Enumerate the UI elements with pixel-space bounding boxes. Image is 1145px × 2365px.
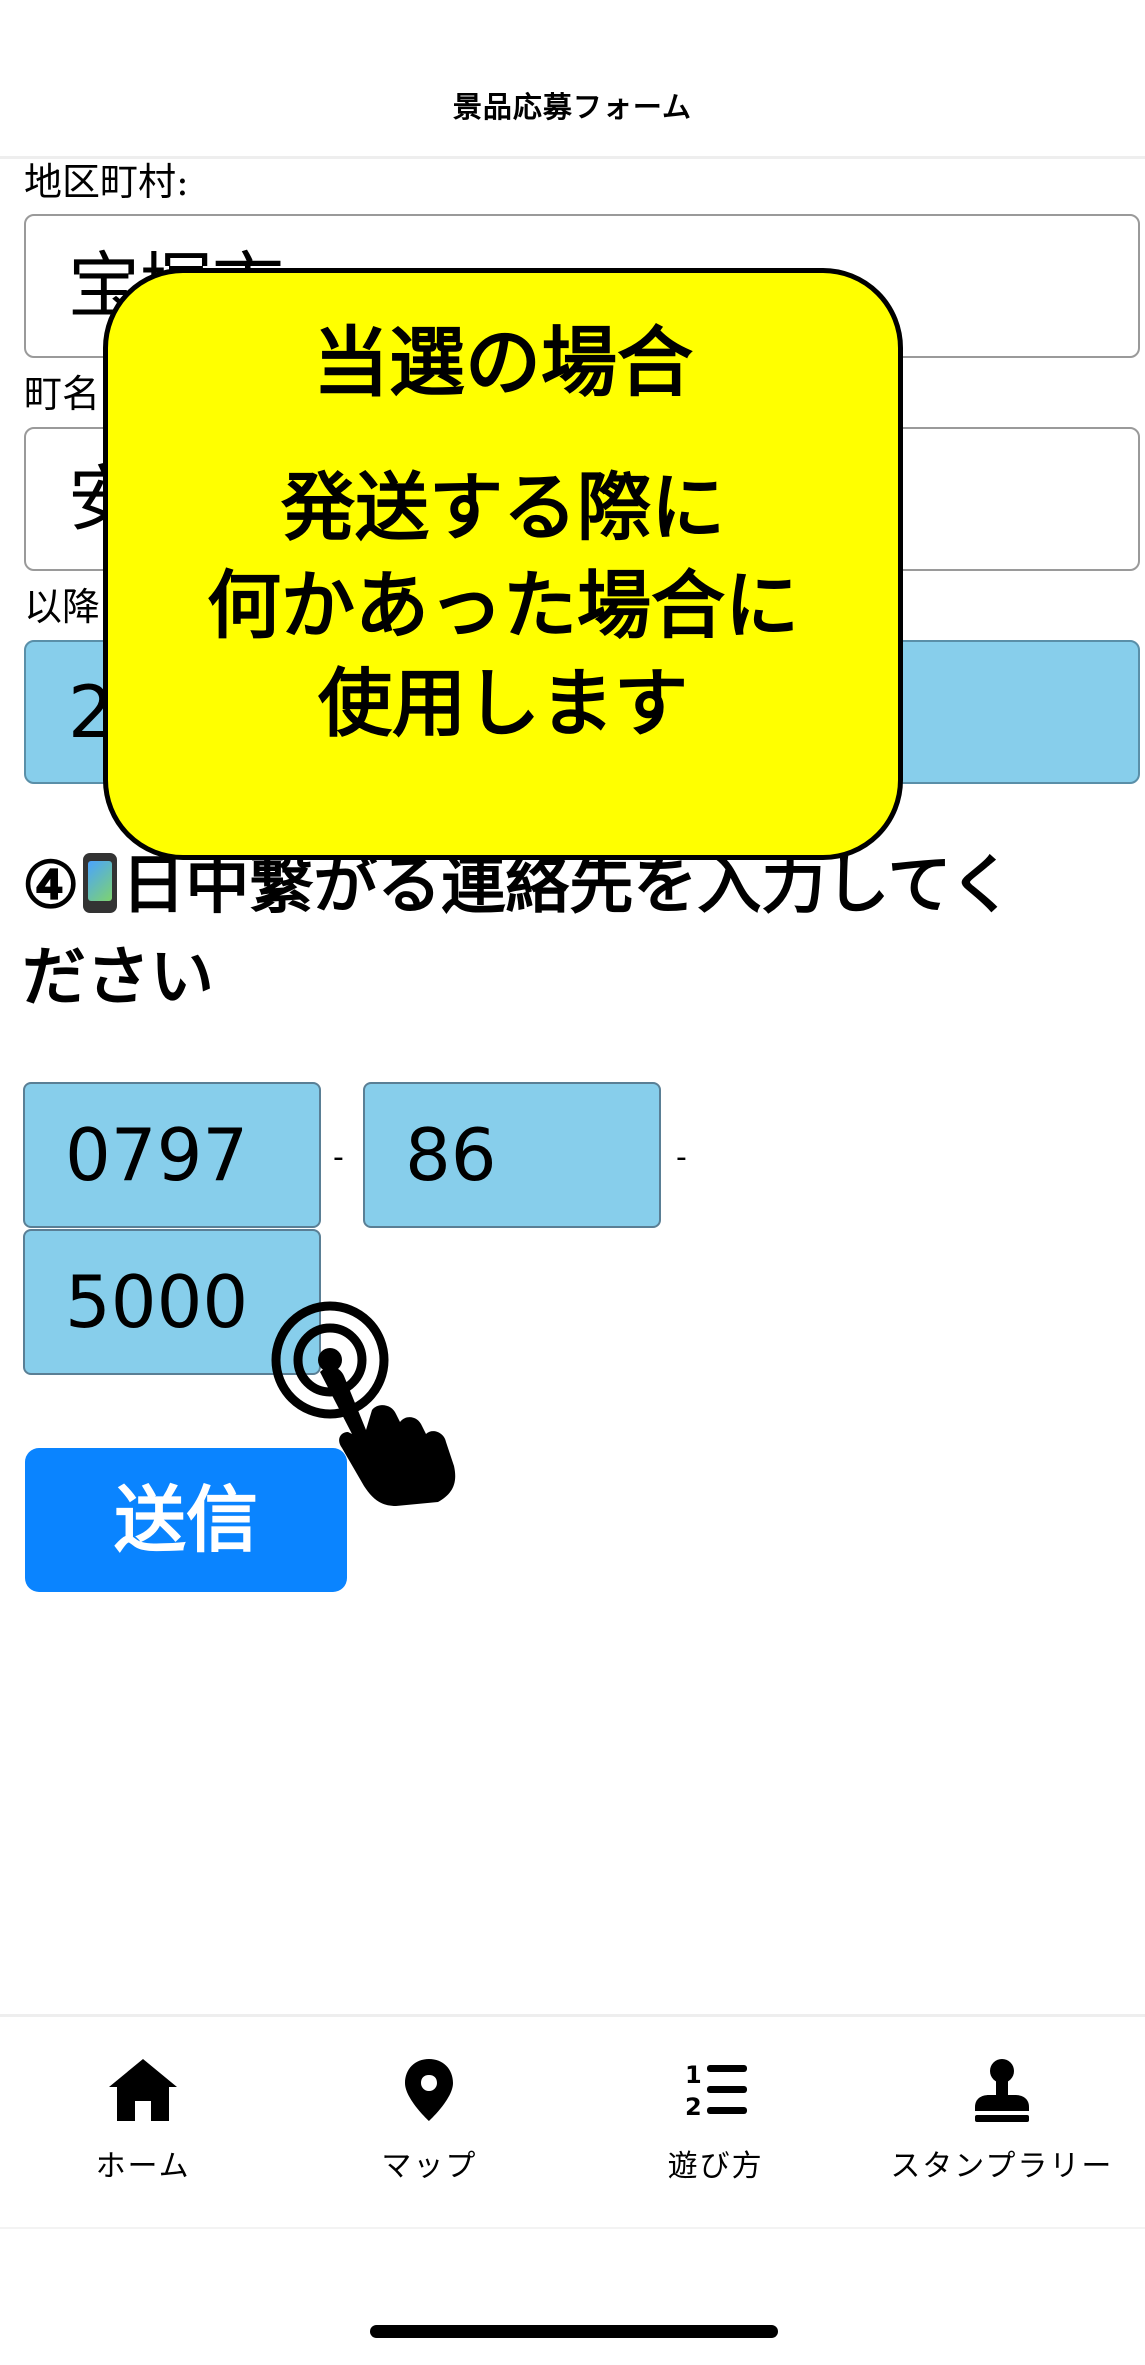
phone-question: ④ 日中繋がる連絡先を入力してください <box>22 840 1022 1024</box>
tab-home[interactable]: ホーム <box>0 2017 286 2227</box>
winning-notice-popup: 当選の場合 発送する際に 何かあった場合に 使用します <box>103 268 903 860</box>
map-pin-icon <box>405 2059 454 2121</box>
popup-title: 当選の場合 <box>313 318 693 407</box>
address-rest-label: 以降 <box>24 585 101 629</box>
popup-line: 使用します <box>318 661 688 747</box>
popup-line: 何かあった場合に <box>207 563 799 649</box>
svg-text:1: 1 <box>685 2061 702 2089</box>
bottom-tab-bar: ホーム マップ 1 2 遊び方 スタンプラリー <box>0 2014 1145 2229</box>
tel-separator: - <box>676 1140 687 1175</box>
tab-label: 遊び方 <box>667 2149 764 2184</box>
tab-map[interactable]: マップ <box>286 2017 572 2227</box>
home-indicator[interactable] <box>370 2325 778 2338</box>
popup-line: 発送する際に <box>281 465 725 551</box>
tel-input-exchange[interactable]: 86 <box>363 1082 661 1228</box>
tab-howto[interactable]: 1 2 遊び方 <box>573 2017 859 2227</box>
stamp-icon <box>974 2059 1029 2122</box>
tel-separator: - <box>333 1140 344 1175</box>
tab-stamp-rally[interactable]: スタンプラリー <box>859 2017 1145 2227</box>
town-label: 町名 <box>24 372 101 416</box>
numbered-list-icon: 1 2 <box>685 2061 747 2121</box>
home-icon <box>109 2059 178 2121</box>
district-label: 地区町村: <box>24 160 189 204</box>
question-text: 日中繋がる連絡先を入力してください <box>22 848 1014 1015</box>
tab-label: マップ <box>381 2149 478 2184</box>
mobile-phone-icon <box>83 853 118 913</box>
svg-text:2: 2 <box>685 2093 702 2121</box>
question-number: ④ <box>22 848 80 923</box>
tab-label: ホーム <box>95 2149 191 2184</box>
app-header: 景品応募フォーム <box>0 0 1145 159</box>
page-title: 景品応募フォーム <box>452 90 693 124</box>
tab-label: スタンプラリー <box>890 2149 1114 2184</box>
tap-hand-icon <box>268 1298 458 1512</box>
popup-body: 発送する際に 何かあった場合に 使用します <box>207 459 799 753</box>
tel-input-area-code[interactable]: 0797 <box>23 1082 321 1228</box>
